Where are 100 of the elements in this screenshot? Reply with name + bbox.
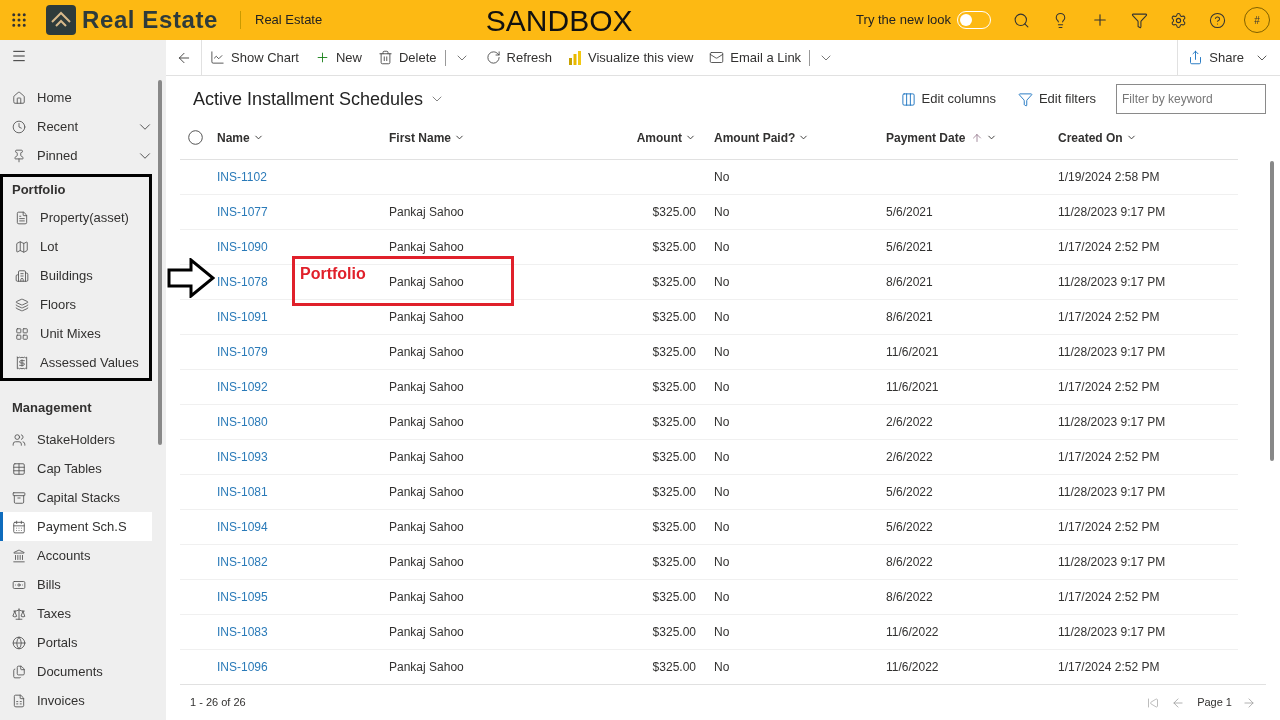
record-link[interactable]: INS-1082 [217, 553, 268, 571]
view-title[interactable]: Active Installment Schedules [193, 85, 424, 113]
nav-item[interactable]: Buildings [3, 261, 149, 290]
nav-item[interactable]: Unit Mixes [3, 319, 149, 348]
sidebar-scrollbar[interactable] [158, 80, 162, 445]
table-cell-text: 1/17/2024 2:52 PM [1058, 379, 1160, 396]
nav-item[interactable]: Accounts [0, 541, 152, 570]
nav-item[interactable]: Payment Sch.S [0, 512, 152, 541]
nav-item[interactable]: StakeHolders [0, 425, 152, 454]
table-cell-text: Pankaj Sahoo [389, 414, 464, 431]
table-cell-text: No [714, 204, 730, 221]
table-cell-text: Pankaj Sahoo [389, 449, 464, 466]
table-cell-text: No [714, 519, 730, 536]
command-button[interactable]: Show Chart [202, 40, 307, 75]
nav-item[interactable]: Invoices [0, 686, 152, 715]
page-number: Page 1 [1197, 695, 1232, 711]
app-launcher-icon[interactable] [10, 11, 28, 29]
nav-item[interactable]: Capital Stacks [0, 483, 152, 512]
select-all-checkbox[interactable] [188, 130, 203, 145]
table-scrollbar[interactable] [1270, 161, 1274, 461]
table-cell-text: 8/6/2022 [886, 589, 933, 606]
nav-item[interactable]: Recent [0, 112, 166, 141]
columns-icon [900, 91, 916, 107]
table-cell-text: Pankaj Sahoo [389, 484, 464, 501]
column-header[interactable]: Amount Paid? [714, 128, 810, 147]
record-link[interactable]: INS-1081 [217, 483, 268, 501]
nav-item[interactable]: Cap Tables [0, 454, 152, 483]
settings-icon[interactable] [1170, 11, 1187, 29]
command-button[interactable]: Visualize this view [560, 40, 702, 75]
column-header[interactable]: Payment Date [886, 128, 998, 147]
filter-field[interactable]: Filter by keyword [1116, 84, 1266, 114]
record-link[interactable]: INS-1080 [217, 413, 268, 431]
nav-item[interactable]: Property(asset) [3, 203, 149, 232]
command-button[interactable]: Refresh [477, 40, 561, 75]
record-link[interactable]: INS-1091 [217, 308, 268, 326]
record-link[interactable]: INS-1095 [217, 588, 268, 606]
nav-item[interactable]: Taxes [0, 599, 152, 628]
command-button[interactable]: Email a Link [701, 40, 810, 75]
record-link[interactable]: INS-1090 [217, 238, 268, 256]
nav-item[interactable]: Assessed Values [3, 348, 149, 377]
table-cell-text: 1/17/2024 2:52 PM [1058, 449, 1160, 466]
table-cell-text: $325.00 [652, 414, 696, 431]
table-cell-text: 1/17/2024 2:52 PM [1058, 309, 1160, 326]
column-header[interactable]: First Name [389, 128, 466, 147]
share-button[interactable]: Share [1177, 40, 1280, 75]
chart-icon [210, 50, 225, 65]
next-page-icon[interactable] [1242, 695, 1256, 710]
edit-filters-button[interactable]: Edit filters [1017, 89, 1096, 109]
first-page-icon[interactable] [1147, 696, 1160, 709]
table-cell-text: Pankaj Sahoo [389, 624, 464, 641]
buildings-icon [15, 268, 29, 283]
table-cell-text: Pankaj Sahoo [389, 274, 464, 291]
plus-icon[interactable] [1091, 11, 1109, 29]
record-link[interactable]: INS-1079 [217, 343, 268, 361]
table-cell-text: 5/6/2022 [886, 484, 933, 501]
table-cell-text: 8/6/2021 [886, 274, 933, 291]
record-link[interactable]: INS-1077 [217, 203, 268, 221]
mixes-icon [15, 326, 29, 341]
table-cell-text: 1/17/2024 2:52 PM [1058, 589, 1160, 606]
command-button[interactable]: New [306, 40, 370, 75]
nav-item[interactable]: Documents [0, 657, 152, 686]
nav-item[interactable]: Bills [0, 570, 152, 599]
share-icon [1188, 50, 1204, 65]
invoices-icon [12, 693, 26, 708]
nav-item[interactable]: Portals [0, 628, 152, 657]
edit-columns-button[interactable]: Edit columns [900, 89, 996, 109]
record-link[interactable]: INS-1083 [217, 623, 268, 641]
record-link[interactable]: INS-1102 [217, 168, 267, 186]
menu-icon[interactable] [11, 48, 27, 64]
filter-icon[interactable] [1131, 11, 1148, 29]
table-cell-text: 11/6/2022 [886, 624, 939, 641]
table-cell-text: Pankaj Sahoo [389, 519, 464, 536]
record-link[interactable]: INS-1093 [217, 448, 268, 466]
table-cell-text: No [714, 239, 730, 256]
record-link[interactable]: INS-1092 [217, 378, 268, 396]
column-header[interactable]: Name [217, 128, 264, 147]
column-header[interactable]: Amount [636, 128, 696, 147]
nav-item[interactable]: Home [0, 83, 166, 112]
help-icon[interactable] [1209, 11, 1226, 29]
taxes-icon [12, 606, 26, 621]
nav-label: StakeHolders [37, 430, 117, 449]
column-header[interactable]: Created On [1058, 128, 1137, 147]
table-cell-text: 5/6/2021 [886, 204, 933, 221]
previous-page-icon[interactable] [1171, 695, 1186, 710]
record-link[interactable]: INS-1094 [217, 518, 268, 536]
record-link[interactable]: INS-1096 [217, 658, 268, 676]
accounts-icon [12, 548, 26, 563]
table-cell-text: No [714, 274, 730, 291]
nav-item[interactable]: Lot [3, 232, 149, 261]
table-cell-text: No [714, 414, 730, 431]
table-cell-text: 11/28/2023 9:17 PM [1058, 484, 1166, 501]
nav-item[interactable]: Floors [3, 290, 149, 319]
table-cell-text: $325.00 [652, 484, 696, 501]
nav-item[interactable]: Pinned [0, 141, 166, 170]
search-icon[interactable] [1013, 11, 1030, 29]
command-button[interactable]: Delete [369, 40, 445, 75]
table-cell-text: 11/28/2023 9:17 PM [1058, 414, 1166, 431]
table-cell-text: $325.00 [652, 519, 696, 536]
table-cell-text: $325.00 [652, 274, 696, 291]
record-link[interactable]: INS-1078 [217, 273, 268, 291]
